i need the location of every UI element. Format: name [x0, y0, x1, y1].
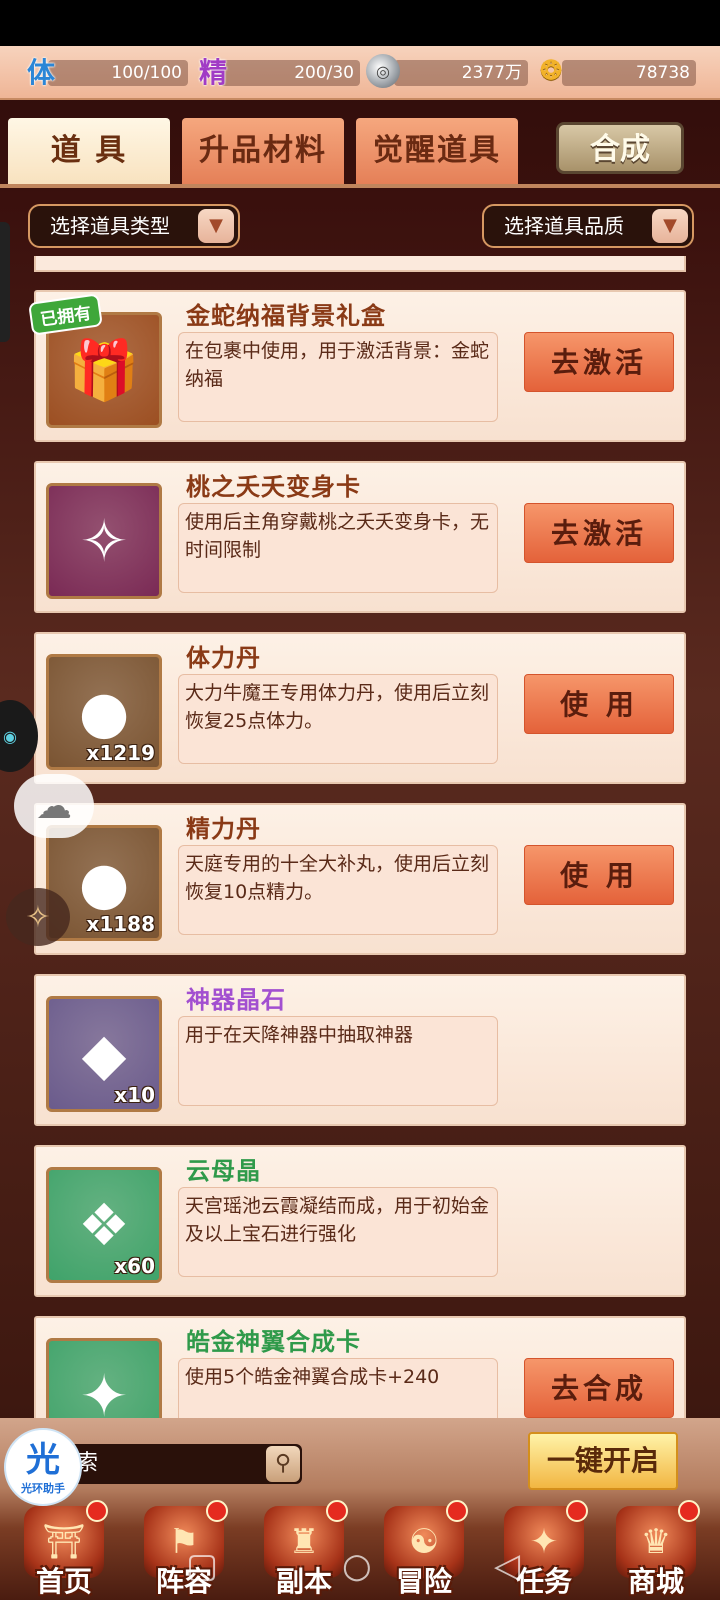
- list-item: ● x1219 体力丹 大力牛魔王专用体力丹，使用后立刻恢复25点体力。 使 用: [34, 632, 686, 784]
- item-quality-filter[interactable]: 选择道具品质 ▼: [482, 204, 694, 248]
- list-item: ❖ x60 云母晶 天宫瑶池云霞凝结而成，用于初始金及以上宝石进行强化: [34, 1145, 686, 1297]
- blue-pill-icon[interactable]: ● x1219: [46, 654, 162, 770]
- list-item: 🎁 已拥有 金蛇纳福背景礼盒 在包裹中使用，用于激活背景：金蛇纳福 去激活: [28, 290, 686, 442]
- compose-button[interactable]: 合成: [556, 122, 684, 174]
- tab-divider: [0, 184, 720, 188]
- nav-label: 首页: [35, 1565, 92, 1598]
- item-description: 天庭专用的十全大补丸，使用后立刻恢复10点精力。: [178, 845, 498, 935]
- tab-awakening-items[interactable]: 觉醒道具: [356, 118, 518, 184]
- purple-crystal-icon[interactable]: ❖ x60: [46, 1167, 162, 1283]
- item-quantity: x60: [114, 1254, 155, 1278]
- status-bar: [0, 0, 720, 46]
- item-title: 金蛇纳福背景礼盒: [186, 302, 386, 330]
- coin-icon: ◎: [366, 54, 400, 88]
- item-quantity: x1219: [86, 741, 155, 765]
- item-title: 桃之夭夭变身卡: [186, 473, 361, 501]
- list-item: ✧ 桃之夭夭变身卡 使用后主角穿戴桃之夭夭变身卡，无时间限制 去激活: [34, 461, 686, 613]
- item-description: 在包裹中使用，用于激活背景：金蛇纳福: [178, 332, 498, 422]
- notification-dot: [566, 1500, 588, 1522]
- open-all-button[interactable]: 一键开启: [528, 1432, 678, 1490]
- item-title: 体力丹: [186, 644, 261, 672]
- stamina-value: 100/100: [48, 60, 188, 86]
- home-nav-icon[interactable]: ○: [342, 1546, 372, 1586]
- energy-icon: 精: [198, 56, 227, 89]
- item-quantity: x1188: [86, 912, 155, 936]
- gold-value: 78738: [562, 60, 696, 86]
- item-title: 神器晶石: [186, 986, 286, 1014]
- notification-dot: [326, 1500, 348, 1522]
- helper-floating-button[interactable]: 光 光环助手: [4, 1428, 82, 1506]
- nav-shop[interactable]: ♛ 商城: [600, 1500, 712, 1600]
- nav-lineup[interactable]: ⚑ 阵容: [128, 1500, 240, 1600]
- list-item: [34, 256, 686, 272]
- nav-home[interactable]: ⛩ 首页: [8, 1500, 120, 1600]
- notification-dot: [446, 1500, 468, 1522]
- item-list[interactable]: 🎁 已拥有 金蛇纳福背景礼盒 在包裹中使用，用于激活背景：金蛇纳福 去激活 ✧ …: [0, 256, 720, 1418]
- cloud-icon[interactable]: ☁: [14, 774, 94, 838]
- nav-label: 商城: [627, 1565, 684, 1598]
- use-button[interactable]: 使 用: [524, 674, 674, 734]
- notification-dot: [86, 1500, 108, 1522]
- notification-dot: [206, 1500, 228, 1522]
- activate-button[interactable]: 去激活: [524, 503, 674, 563]
- item-description: 使用后主角穿戴桃之夭夭变身卡，无时间限制: [178, 503, 498, 593]
- wing-card-icon[interactable]: ✦: [46, 1338, 162, 1418]
- list-item: ✦ 皓金神翼合成卡 使用5个皓金神翼合成卡+240 去合成: [34, 1316, 686, 1418]
- list-item: ● x1188 精力丹 天庭专用的十全大补丸，使用后立刻恢复10点精力。 使 用: [34, 803, 686, 955]
- helper-label: 光环助手: [21, 1482, 65, 1495]
- item-description: 用于在天降神器中抽取神器: [178, 1016, 498, 1106]
- item-title: 精力丹: [186, 815, 261, 843]
- back-icon[interactable]: ◁: [494, 1546, 520, 1586]
- item-title: 皓金神翼合成卡: [186, 1328, 361, 1356]
- nav-label: 阵容: [155, 1565, 212, 1598]
- silver-value: 2377万: [394, 60, 528, 86]
- chevron-down-icon[interactable]: ▼: [198, 209, 234, 243]
- tab-upgrade-materials[interactable]: 升品材料: [182, 118, 344, 184]
- item-title: 云母晶: [186, 1157, 261, 1185]
- item-type-filter[interactable]: 选择道具类型 ▼: [28, 204, 240, 248]
- compose-item-button[interactable]: 去合成: [524, 1358, 674, 1418]
- use-button[interactable]: 使 用: [524, 845, 674, 905]
- item-description: 天宫瑶池云霞凝结而成，用于初始金及以上宝石进行强化: [178, 1187, 498, 1277]
- nav-adventure[interactable]: ☯ 冒险: [368, 1500, 480, 1600]
- search-icon[interactable]: ⚲: [266, 1446, 300, 1482]
- helper-logo-icon: 光: [26, 1440, 60, 1480]
- item-description: 使用5个皓金神翼合成卡+240: [178, 1358, 498, 1418]
- notification-dot: [678, 1500, 700, 1522]
- item-quality-filter-label: 选择道具品质: [504, 214, 624, 238]
- activate-button[interactable]: 去激活: [524, 332, 674, 392]
- recent-apps-icon[interactable]: ▢: [186, 1546, 218, 1586]
- nav-label: 冒险: [395, 1565, 452, 1598]
- item-type-filter-label: 选择道具类型: [50, 214, 170, 238]
- energy-value: 200/30: [220, 60, 360, 86]
- item-description: 大力牛魔王专用体力丹，使用后立刻恢复25点体力。: [178, 674, 498, 764]
- tab-items[interactable]: 道 具: [8, 118, 170, 184]
- resource-bar: 100/100 体 200/30 精 2377万 ◎ 78738 ❂: [0, 46, 720, 100]
- pet-icon[interactable]: ✧: [6, 888, 70, 946]
- stamina-icon: 体: [26, 56, 55, 89]
- gold-crystal-icon[interactable]: ◆ x10: [46, 996, 162, 1112]
- item-quantity: x10: [114, 1083, 155, 1107]
- transform-card-icon[interactable]: ✧: [46, 483, 162, 599]
- ingot-icon: ❂: [540, 56, 562, 86]
- chevron-down-icon[interactable]: ▼: [652, 209, 688, 243]
- list-item: ◆ x10 神器晶石 用于在天降神器中抽取神器: [34, 974, 686, 1126]
